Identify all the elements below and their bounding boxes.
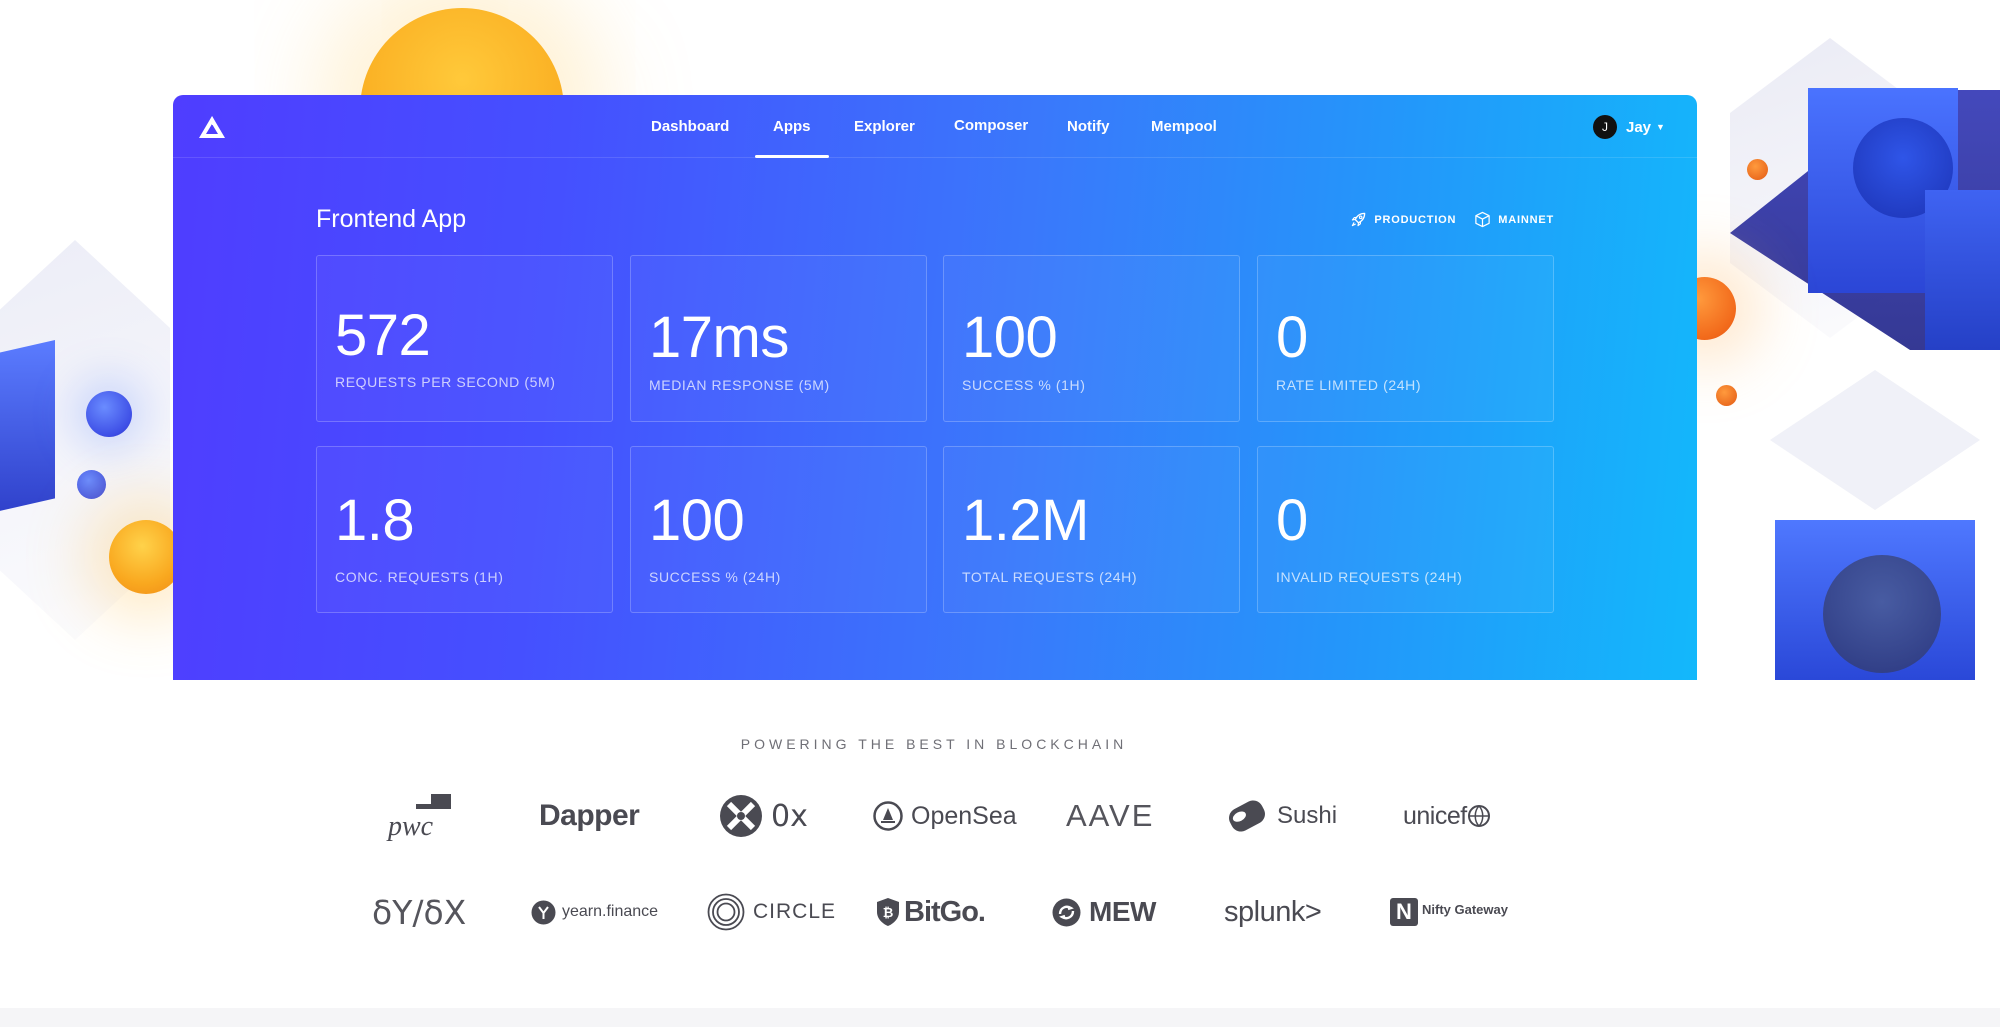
partner-name: AAVE (1066, 798, 1155, 833)
partner-name: Sushi (1277, 802, 1338, 829)
svg-text:₿: ₿ (883, 906, 894, 921)
yearn-logo-icon (531, 900, 556, 924)
stat-value: 100 (649, 488, 745, 553)
partner-name: splunk> (1224, 895, 1322, 928)
partner-name: δY/δX (372, 892, 467, 932)
nav-item-explorer[interactable]: Explorer (854, 95, 915, 158)
stat-label: SUCCESS % (1H) (962, 377, 1086, 393)
avatar: J (1593, 115, 1617, 139)
rocket-icon (1352, 212, 1366, 227)
partner-logo-dydx[interactable]: δY/δX (372, 882, 466, 942)
environment-badges: PRODUCTION MAINNET (1350, 211, 1554, 228)
user-menu[interactable]: J Jay ▼ (1593, 115, 1665, 139)
stat-card-concurrent-requests: 1.8 CONC. REQUESTS (1H) (316, 446, 613, 613)
partner-logo-opensea[interactable]: OpenSea (873, 786, 1017, 846)
mew-logo-icon (1052, 898, 1081, 926)
partner-logo-dapper[interactable]: Dapper (539, 786, 640, 846)
background-blue-orb-small (77, 470, 106, 499)
user-name: Jay (1626, 118, 1652, 136)
background-orange-orb-left (109, 520, 183, 594)
partner-logo-bitgo[interactable]: ₿ BitGo. (876, 882, 986, 942)
stat-card-median-response: 17ms MEDIAN RESPONSE (5M) (630, 255, 927, 422)
nifty-logo-icon: N (1390, 898, 1418, 926)
stat-value: 1.2M (962, 488, 1089, 553)
chevron-down-icon: ▼ (1656, 122, 1665, 132)
stat-card-total-requests: 1.2M TOTAL REQUESTS (24H) (943, 446, 1240, 613)
partner-name: OpenSea (911, 801, 1017, 830)
nav-item-dashboard[interactable]: Dashboard (651, 95, 729, 158)
bitgo-shield-icon: ₿ (877, 898, 899, 926)
stat-value: 572 (335, 303, 431, 368)
page-title: Frontend App (316, 205, 467, 233)
partner-name: pwc (388, 811, 434, 842)
partner-name: CIRCLE (753, 900, 837, 923)
stat-card-rate-limited: 0 RATE LIMITED (24H) (1257, 255, 1554, 422)
stat-label: SUCCESS % (24H) (649, 569, 781, 585)
stat-value: 0 (1276, 488, 1308, 553)
partner-logo-unicef[interactable]: unicef (1403, 786, 1491, 846)
partner-logo-pwc[interactable]: pwc (386, 786, 456, 846)
partner-logos-row-2: δY/δX yearn.finance CIRCLE ₿ BitGo. MEW … (0, 882, 2000, 942)
stat-label: INVALID REQUESTS (24H) (1276, 569, 1463, 585)
partner-logo-sushi[interactable]: Sushi (1225, 786, 1337, 846)
main-nav: Dashboard Apps Explorer Composer Notify … (173, 95, 1697, 158)
stat-card-success-24h: 100 SUCCESS % (24H) (630, 446, 927, 613)
nav-item-composer[interactable]: Composer (954, 95, 1028, 157)
badge-label: PRODUCTION (1374, 213, 1457, 226)
status-badge-mainnet: MAINNET (1474, 211, 1554, 228)
background-cube-right-edge (1925, 190, 2000, 350)
unicef-globe-icon (1467, 805, 1490, 828)
stat-label: CONC. REQUESTS (1H) (335, 569, 504, 585)
stat-label: RATE LIMITED (24H) (1276, 377, 1422, 393)
partner-logo-circle[interactable]: CIRCLE (707, 882, 836, 942)
sushi-logo-icon (1228, 800, 1266, 832)
stat-label: TOTAL REQUESTS (24H) (962, 569, 1138, 585)
partner-name: BitGo. (904, 895, 986, 928)
circle-logo-icon (707, 893, 745, 931)
background-orange-orb-small (1747, 159, 1768, 180)
partners-heading: POWERING THE BEST IN BLOCKCHAIN (740, 736, 1128, 752)
stat-card-invalid-requests: 0 INVALID REQUESTS (24H) (1257, 446, 1554, 613)
stat-card-success-1h: 100 SUCCESS % (1H) (943, 255, 1240, 422)
nav-item-apps[interactable]: Apps (755, 95, 828, 158)
stat-label: MEDIAN RESPONSE (5M) (649, 377, 830, 393)
background-cube-bottom-right (1775, 520, 1975, 680)
cube-icon (1475, 211, 1491, 228)
stat-value: 100 (962, 305, 1058, 370)
partner-logo-nifty-gateway[interactable]: N Nifty Gateway (1390, 882, 1508, 942)
partner-logo-aave[interactable]: AAVE (1066, 786, 1154, 846)
footer-strip (0, 1008, 2000, 1027)
stat-card-requests-per-second: 572 REQUESTS PER SECOND (5M) (316, 255, 613, 422)
top-navbar: Dashboard Apps Explorer Composer Notify … (173, 95, 1697, 158)
0x-logo-icon (720, 795, 762, 837)
dashboard-panel: Dashboard Apps Explorer Composer Notify … (173, 95, 1697, 680)
opensea-logo-icon (873, 801, 903, 831)
background-orange-orb-small-2 (1716, 385, 1737, 406)
partner-name: 0x (771, 798, 808, 834)
partner-name: yearn.finance (562, 903, 659, 920)
partner-name: Nifty Gateway (1422, 901, 1508, 917)
stat-label: REQUESTS PER SECOND (5M) (335, 374, 556, 390)
nav-item-mempool[interactable]: Mempool (1151, 95, 1217, 158)
partner-name: MEW (1089, 896, 1156, 927)
background-diamond-right (1770, 370, 1980, 510)
partner-logo-yearn[interactable]: yearn.finance (531, 882, 658, 942)
partner-logo-0x[interactable]: 0x (719, 786, 808, 846)
nav-item-notify[interactable]: Notify (1067, 95, 1110, 158)
background-blue-orb (86, 391, 132, 437)
partner-logos-row-1: pwc Dapper 0x OpenSea AAVE Sushi unicef (0, 786, 2000, 846)
partner-logo-splunk[interactable]: splunk> (1224, 882, 1322, 942)
stat-value: 1.8 (335, 488, 415, 553)
status-badge-production: PRODUCTION (1350, 211, 1456, 228)
partner-logo-mew[interactable]: MEW (1052, 882, 1156, 942)
background-cube-left (0, 340, 55, 520)
partner-name: unicef (1403, 801, 1467, 830)
stat-value: 0 (1276, 305, 1308, 370)
stat-value: 17ms (649, 305, 789, 370)
badge-label: MAINNET (1498, 213, 1554, 226)
partner-name: Dapper (539, 799, 640, 832)
